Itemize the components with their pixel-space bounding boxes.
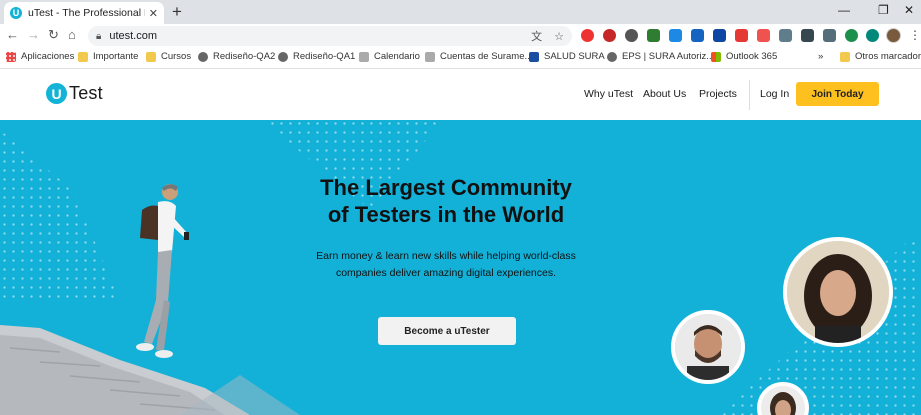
become-utester-button[interactable]: Become a uTester: [378, 317, 516, 345]
bookmark-label: Rediseño-QA1: [293, 51, 356, 62]
microsoft-icon: [711, 51, 721, 62]
bookmark-label: SALUD SURA: [544, 51, 605, 62]
hero-headline-line-1: The Largest Community: [320, 175, 572, 200]
hero-headline: The Largest Community of Testers in the …: [260, 174, 632, 228]
folder-icon: [840, 51, 850, 62]
hero-headline-line-2: of Testers in the World: [327, 202, 565, 227]
other-bookmarks-label: Otros marcadores: [855, 51, 921, 62]
extension-red-icon[interactable]: [735, 29, 748, 42]
translate-icon[interactable]: 文: [531, 28, 542, 44]
extension-abp-icon[interactable]: [603, 29, 616, 42]
other-bookmarks[interactable]: Otros marcadores: [840, 51, 921, 62]
reload-icon[interactable]: ↻: [48, 27, 59, 43]
apps-icon: [6, 51, 16, 62]
walking-person-illustration: [136, 184, 189, 358]
extension-green-icon[interactable]: [845, 29, 858, 42]
bookmark-label: Aplicaciones: [21, 51, 75, 62]
browser-tab[interactable]: U uTest - The Professional Network ✕: [4, 2, 164, 24]
link-icon: [425, 51, 435, 62]
extension-tool-icon[interactable]: [669, 29, 682, 42]
address-bar[interactable]: 🔒︎ utest.com 文 ☆: [88, 26, 572, 46]
bookmark-item[interactable]: Calendario: [359, 51, 420, 62]
extension-slate-icon[interactable]: [823, 29, 836, 42]
bookmark-item[interactable]: SALUD SURA: [529, 51, 605, 62]
globe-icon: [278, 51, 288, 62]
close-tab-icon[interactable]: ✕: [149, 7, 158, 20]
bookmark-item[interactable]: Rediseño-QA2: [198, 51, 275, 62]
bookmark-label: Rediseño-QA2: [213, 51, 276, 62]
extension-blue-icon[interactable]: [713, 29, 726, 42]
bookmark-item[interactable]: Outlook 365: [711, 51, 777, 62]
utest-logo-text: Test: [69, 83, 103, 103]
folder-icon: [146, 51, 156, 62]
url-text: utest.com: [109, 30, 158, 42]
bookmark-item[interactable]: Aplicaciones: [6, 51, 74, 62]
extension-teal-icon[interactable]: [866, 29, 879, 42]
minimize-icon[interactable]: —: [838, 3, 850, 17]
new-tab-icon[interactable]: +: [172, 2, 182, 22]
forward-icon[interactable]: →: [27, 27, 40, 42]
bookmark-item[interactable]: Rediseño-QA1: [278, 51, 355, 62]
browser-menu-icon[interactable]: ⋮: [909, 28, 921, 42]
globe-icon: [198, 51, 208, 62]
join-today-button[interactable]: Join Today: [796, 82, 879, 106]
back-icon[interactable]: ←: [6, 27, 19, 42]
browser-tabstrip: U uTest - The Professional Network ✕ + —…: [0, 0, 921, 24]
tester-portrait-woman: [783, 237, 893, 347]
restore-icon[interactable]: ❐: [878, 3, 889, 17]
bookmark-star-icon[interactable]: ☆: [554, 30, 564, 43]
extension-circle-icon[interactable]: [625, 29, 638, 42]
extension-translate-icon[interactable]: [691, 29, 704, 42]
bookmark-label: Cuentas de Surame...: [440, 51, 533, 62]
utest-logo[interactable]: U Test: [46, 83, 103, 104]
window-close-icon[interactable]: ✕: [904, 3, 914, 17]
tester-portrait-man: [671, 310, 745, 384]
nav-about-us[interactable]: About Us: [643, 88, 686, 100]
hero-subtext: Earn money & learn new skills while help…: [280, 248, 612, 282]
extension-grey-icon[interactable]: [779, 29, 792, 42]
bookmark-label: Cursos: [161, 51, 192, 62]
sura-icon: [529, 51, 539, 62]
bookmark-item[interactable]: Importante: [78, 51, 138, 62]
browser-toolbar: ← → ↻ ⌂ 🔒︎ utest.com 文 ☆ ⋮: [0, 24, 921, 47]
bookmark-item[interactable]: EPS | SURA Autoriz...: [607, 51, 714, 62]
extension-beta-icon[interactable]: [647, 29, 660, 42]
globe-icon: [607, 51, 617, 62]
nav-divider: [749, 80, 750, 110]
bookmark-item[interactable]: Cuentas de Surame...: [425, 51, 532, 62]
extension-dark-icon[interactable]: [801, 29, 814, 42]
tab-title: uTest - The Professional Network: [28, 7, 145, 19]
hero-subtext-line-2: companies deliver amazing digital experi…: [335, 267, 557, 279]
profile-avatar[interactable]: [886, 28, 901, 43]
bookmark-label: EPS | SURA Autoriz...: [622, 51, 715, 62]
more-bookmarks-chevron[interactable]: »: [818, 51, 823, 62]
extension-opera-icon[interactable]: [581, 29, 594, 42]
login-link[interactable]: Log In: [760, 88, 789, 100]
webpage: U Test Why uTest About Us Projects Log I…: [0, 70, 921, 415]
bookmark-item[interactable]: Cursos: [146, 51, 191, 62]
bookmark-label: Calendario: [374, 51, 420, 62]
nav-projects[interactable]: Projects: [699, 88, 737, 100]
utest-favicon-icon: U: [10, 7, 22, 19]
hero-section: The Largest Community of Testers in the …: [0, 120, 921, 415]
bookmark-label: Outlook 365: [726, 51, 778, 62]
bookmarks-bar: Aplicaciones Importante Cursos Rediseño-QA2…: [0, 47, 921, 69]
bookmark-label: Importante: [93, 51, 139, 62]
site-header: U Test Why uTest About Us Projects Log I…: [0, 70, 921, 120]
folder-icon: [78, 51, 88, 62]
extension-pdf-icon[interactable]: [757, 29, 770, 42]
home-icon[interactable]: ⌂: [68, 27, 76, 42]
nav-why-utest[interactable]: Why uTest: [584, 88, 633, 100]
calendar-icon: [359, 51, 369, 62]
hero-subtext-line-1: Earn money & learn new skills while help…: [316, 250, 576, 262]
utest-logo-mark: U: [46, 83, 67, 104]
lock-icon: 🔒︎: [96, 30, 102, 42]
